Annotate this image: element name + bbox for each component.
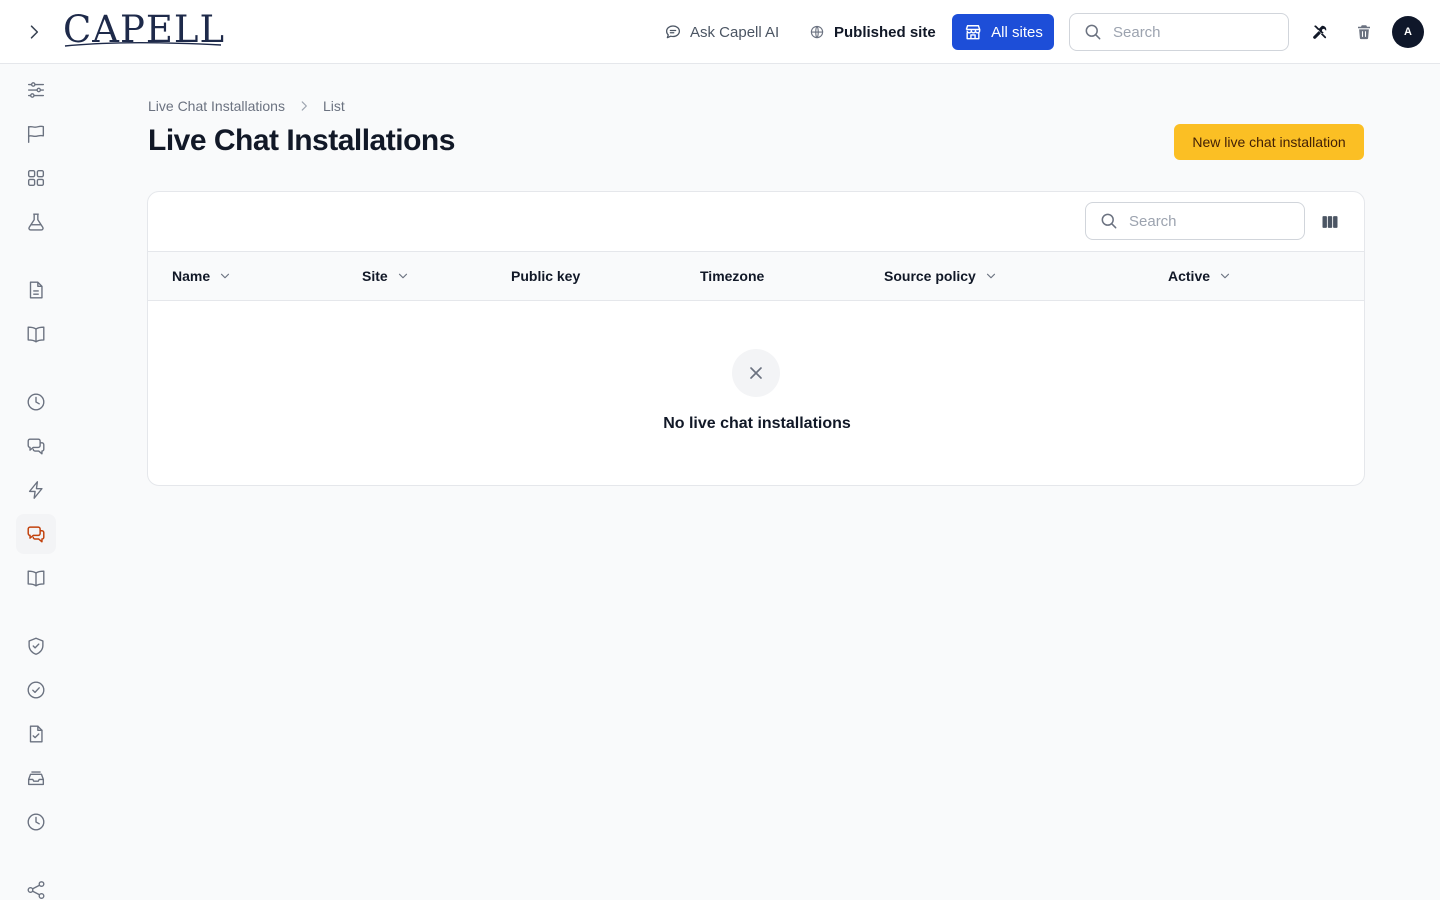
- trash-button[interactable]: [1352, 20, 1376, 44]
- chat-bubbles-icon: [27, 526, 45, 543]
- table-search-field[interactable]: [1085, 202, 1305, 240]
- globe-icon: [810, 25, 824, 39]
- chevron-down-icon: [986, 273, 995, 279]
- chevron-down-icon: [221, 273, 230, 279]
- search-icon: [1085, 24, 1101, 40]
- sidebar-item-docs[interactable]: [16, 314, 56, 354]
- check-circle-icon: [27, 681, 45, 699]
- sidebar-item-pages[interactable]: [16, 270, 56, 310]
- grid-icon: [27, 169, 45, 187]
- new-live-chat-installation-button[interactable]: New live chat installation: [1174, 124, 1364, 160]
- sidebar-item-integrations[interactable]: [16, 870, 56, 900]
- breadcrumb-parent-link[interactable]: Live Chat Installations: [148, 98, 285, 114]
- column-header-label: Site: [362, 268, 388, 284]
- storefront-icon: [965, 25, 981, 40]
- ask-ai-link[interactable]: Ask Capell AI: [664, 20, 779, 44]
- user-avatar[interactable]: A: [1392, 16, 1424, 48]
- sidebar-item-experiments[interactable]: [16, 202, 56, 242]
- chevron-down-icon: [1220, 273, 1230, 279]
- column-header-source-policy[interactable]: Source policy: [884, 252, 998, 300]
- column-header-label: Public key: [511, 268, 581, 284]
- column-header-public-key: Public key: [511, 252, 580, 300]
- global-search-field[interactable]: [1069, 13, 1289, 51]
- sidebar-item-schedule[interactable]: [16, 802, 56, 842]
- column-header-active[interactable]: Active: [1168, 252, 1232, 300]
- column-header-label: Source policy: [884, 268, 976, 284]
- logo-swoosh: [64, 42, 222, 47]
- document-icon: [29, 281, 43, 299]
- search-icon: [1101, 213, 1117, 229]
- published-site-label: Published site: [834, 23, 936, 41]
- chevron-down-icon: [398, 273, 407, 279]
- column-header-timezone: Timezone: [700, 252, 764, 300]
- sidebar-item-history[interactable]: [16, 382, 56, 422]
- column-header-label: Name: [172, 268, 211, 284]
- beaker-icon: [28, 213, 44, 231]
- sidebar-item-security[interactable]: [16, 626, 56, 666]
- published-site-link[interactable]: Published site: [808, 20, 936, 44]
- tools-button[interactable]: [1308, 20, 1332, 44]
- column-header-label: Timezone: [700, 268, 765, 284]
- document-check-icon: [29, 725, 43, 743]
- sidebar-item-settings[interactable]: [16, 70, 56, 110]
- share-icon: [27, 881, 45, 899]
- inbox-stack-icon: [27, 771, 45, 786]
- sidebar-item-reviews[interactable]: [16, 714, 56, 754]
- breadcrumb: Live Chat Installations List: [148, 96, 345, 116]
- all-sites-label: All sites: [991, 23, 1043, 41]
- close-icon: [750, 367, 762, 379]
- sidebar-item-automations[interactable]: [16, 470, 56, 510]
- sidebar-item-inbox[interactable]: [16, 758, 56, 798]
- sidebar-item-flags[interactable]: [16, 114, 56, 154]
- sidebar-item-approvals[interactable]: [16, 670, 56, 710]
- ask-ai-label: Ask Capell AI: [690, 23, 780, 41]
- chevron-right-icon: [30, 25, 39, 39]
- sliders-icon: [27, 82, 45, 98]
- empty-state-text: No live chat installations: [663, 415, 851, 432]
- chat-bubbles-icon: [27, 438, 45, 455]
- global-search-input[interactable]: [1113, 23, 1263, 41]
- installations-table-card: Name Site Public key Timezone Source pol…: [147, 191, 1365, 486]
- toggle-columns-button[interactable]: [1318, 210, 1342, 234]
- sidebar-toggle-button[interactable]: [22, 20, 46, 44]
- columns-icon: [1322, 216, 1338, 228]
- book-open-icon: [27, 570, 45, 587]
- bolt-icon: [28, 481, 43, 499]
- column-header-label: Active: [1168, 268, 1211, 284]
- column-header-site[interactable]: Site: [362, 252, 410, 300]
- clock-icon: [27, 813, 45, 831]
- clock-icon: [27, 393, 45, 411]
- top-bar: CAPELL Ask Capell AI Published site All …: [0, 0, 1440, 64]
- table-header-row: Name Site Public key Timezone Source pol…: [148, 251, 1364, 301]
- chat-bubble-icon: [665, 25, 681, 39]
- book-open-icon: [27, 326, 45, 343]
- trash-icon: [1358, 25, 1370, 40]
- table-search-input[interactable]: [1129, 212, 1279, 230]
- wrench-screwdriver-icon: [1313, 25, 1327, 39]
- shield-check-icon: [28, 637, 44, 655]
- empty-state-icon: [732, 349, 780, 397]
- sidebar-item-conversations[interactable]: [16, 426, 56, 466]
- page-title: Live Chat Installations: [148, 124, 455, 157]
- sidebar-item-live-chat[interactable]: [16, 514, 56, 554]
- breadcrumb-current: List: [322, 98, 345, 114]
- column-header-name[interactable]: Name: [172, 252, 232, 300]
- sidebar-item-apps[interactable]: [16, 158, 56, 198]
- chevron-right-icon: [301, 101, 307, 111]
- flag-icon: [27, 125, 45, 143]
- sidebar-item-knowledge[interactable]: [16, 558, 56, 598]
- all-sites-button[interactable]: All sites: [952, 14, 1054, 50]
